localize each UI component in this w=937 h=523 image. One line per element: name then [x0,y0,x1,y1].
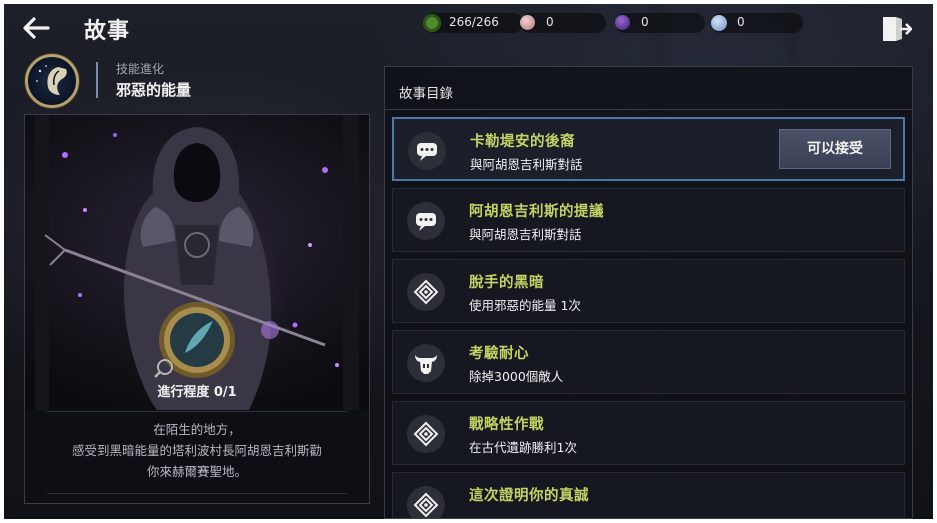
dark-horse-emblem-icon [36,65,67,95]
divider [385,109,912,110]
quest-title: 這次證明你的真誠 [469,488,589,504]
quest-title: 考驗耐心 [469,346,529,362]
accept-quest-button[interactable]: 可以接受 [779,129,891,169]
resource-pink-orb-value: 0 [546,15,554,29]
game-screen: 故事 266/266 0 0 0 技能進化 邪惡的能量 進行程度 0/1 在陌生… [4,4,933,519]
top-bar: 故事 266/266 0 0 0 [4,4,933,50]
skill-rune-icon [407,273,445,311]
skill-avatar [25,54,79,108]
story-description: 在陌生的地方， 感受到黑暗能量的塔利波村長阿胡恩吉利斯勸 你來赫爾賽聖地。 [71,422,322,479]
exit-door-icon [883,17,913,41]
quest-objective: 在古代遺跡勝利1次 [469,440,577,455]
quest-title: 卡勒堤安的後裔 [470,134,575,150]
exit-button[interactable] [880,14,913,44]
character-illustration [25,115,369,410]
resource-silver-coin-value: 0 [737,15,745,29]
resource-silver-coin: 0 [711,13,803,33]
skill-rune-icon [407,415,445,453]
resource-pink-orb: 0 [520,13,606,33]
skill-divider [96,62,98,98]
story-list-title: 故事目錄 [399,86,453,102]
resource-stamina: 266/266 [423,13,523,33]
quest-objective: 與阿胡恩吉利斯對話 [470,157,583,172]
quest-objective: 與阿胡恩吉利斯對話 [469,227,582,242]
green-gem-icon [423,14,441,32]
purple-orb-icon [615,15,630,30]
quest-item[interactable]: 脫手的黑暗 使用邪惡的能量 1次 [392,259,905,323]
resource-purple-orb-value: 0 [641,15,649,29]
quest-item[interactable]: 考驗耐心 除掉3000個敵人 [392,330,905,394]
quest-title: 阿胡恩吉利斯的提議 [469,204,604,220]
quest-objective: 使用邪惡的能量 1次 [469,298,581,313]
progress-text: 進行程度 0/1 [157,385,237,400]
page-title: 故事 [84,19,131,44]
hooded-figure-illustration [35,115,359,410]
resource-stamina-value: 266/266 [449,15,499,29]
pink-orb-icon [520,15,535,30]
silver-coin-icon [711,15,727,31]
back-button[interactable] [18,10,54,46]
arrow-left-icon [23,17,50,39]
quest-item[interactable]: 這次證明你的真誠 [392,472,905,518]
quest-objective: 除掉3000個敵人 [469,369,564,384]
story-detail-panel: 進行程度 0/1 在陌生的地方， 感受到黑暗能量的塔利波村長阿胡恩吉利斯勸 你來… [24,114,370,504]
chat-bubble-icon [408,132,446,170]
quest-title: 脫手的黑暗 [469,275,544,291]
skill-name: 邪惡的能量 [116,81,192,99]
story-list-panel: 故事目錄 卡勒堤安的後裔 與阿胡恩吉利斯對話 可以接受 阿胡恩吉利斯的提議 與阿… [384,66,913,519]
resource-purple-orb: 0 [615,13,705,33]
horned-helmet-icon [407,344,445,382]
skill-rune-icon [407,486,445,518]
divider [47,411,347,412]
skill-category: 技能進化 [116,62,165,76]
quest-item[interactable]: 戰略性作戰 在古代遺跡勝利1次 [392,401,905,465]
quest-item[interactable]: 阿胡恩吉利斯的提議 與阿胡恩吉利斯對話 [392,188,905,252]
chat-bubble-icon [407,202,445,240]
quest-title: 戰略性作戰 [469,417,544,433]
quest-item[interactable]: 卡勒堤安的後裔 與阿胡恩吉利斯對話 可以接受 [392,117,905,181]
divider [47,493,347,494]
